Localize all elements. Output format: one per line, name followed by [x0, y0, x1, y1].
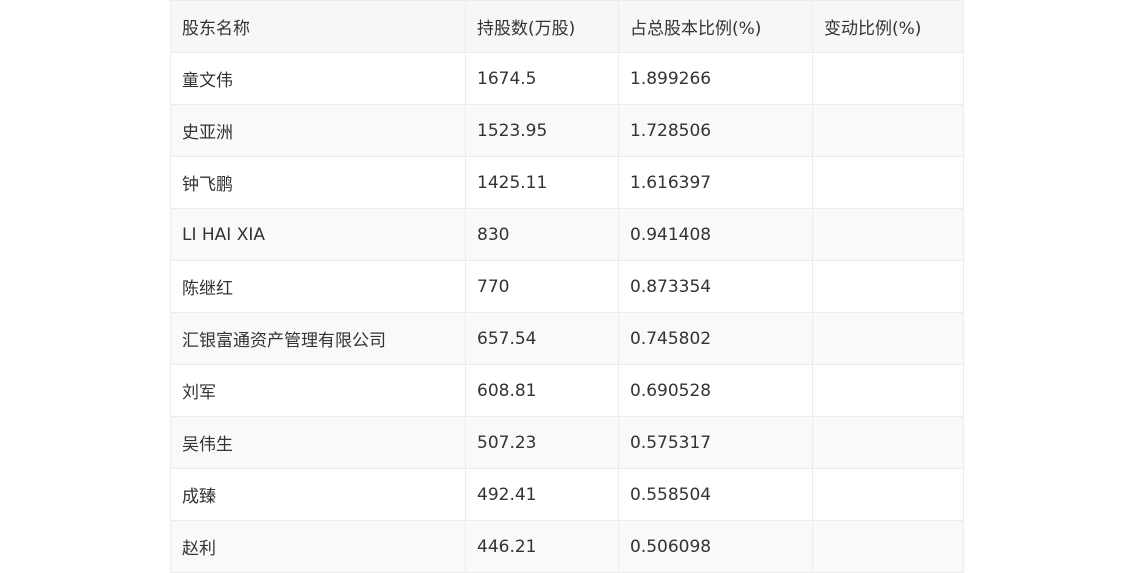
shareholder-table-container: 股东名称 持股数(万股) 占总股本比例(%) 变动比例(%) 童文伟 1674.… — [170, 0, 964, 573]
cell-shares-held: 492.41 — [465, 468, 619, 521]
cell-shares-held: 770 — [465, 260, 619, 313]
cell-share-ratio: 0.506098 — [618, 520, 813, 573]
cell-shareholder-name: 钟飞鹏 — [170, 156, 466, 209]
table-row: 史亚洲 1523.95 1.728506 — [170, 104, 964, 157]
table-row: LI HAI XIA 830 0.941408 — [170, 208, 964, 261]
cell-shareholder-name: 陈继红 — [170, 260, 466, 313]
table-body: 童文伟 1674.5 1.899266 史亚洲 1523.95 1.728506… — [170, 52, 964, 573]
table-row: 陈继红 770 0.873354 — [170, 260, 964, 313]
cell-share-ratio: 0.575317 — [618, 416, 813, 469]
cell-share-ratio: 0.558504 — [618, 468, 813, 521]
cell-shares-held: 1674.5 — [465, 52, 619, 105]
header-shares-held: 持股数(万股) — [465, 0, 619, 53]
table-header: 股东名称 持股数(万股) 占总股本比例(%) 变动比例(%) — [170, 0, 964, 53]
cell-change-ratio — [812, 364, 964, 417]
header-shareholder-name: 股东名称 — [170, 0, 466, 53]
cell-shareholder-name: 赵利 — [170, 520, 466, 573]
table-row: 成臻 492.41 0.558504 — [170, 468, 964, 521]
cell-change-ratio — [812, 312, 964, 365]
table-row: 刘军 608.81 0.690528 — [170, 364, 964, 417]
cell-share-ratio: 0.873354 — [618, 260, 813, 313]
cell-shareholder-name: 汇银富通资产管理有限公司 — [170, 312, 466, 365]
cell-shareholder-name: 刘军 — [170, 364, 466, 417]
table-row: 吴伟生 507.23 0.575317 — [170, 416, 964, 469]
cell-change-ratio — [812, 208, 964, 261]
cell-shares-held: 657.54 — [465, 312, 619, 365]
header-share-ratio: 占总股本比例(%) — [618, 0, 813, 53]
cell-shares-held: 507.23 — [465, 416, 619, 469]
table-row: 汇银富通资产管理有限公司 657.54 0.745802 — [170, 312, 964, 365]
header-change-ratio: 变动比例(%) — [812, 0, 964, 53]
shareholder-table: 股东名称 持股数(万股) 占总股本比例(%) 变动比例(%) 童文伟 1674.… — [170, 0, 964, 573]
cell-shareholder-name: 成臻 — [170, 468, 466, 521]
cell-share-ratio: 1.899266 — [618, 52, 813, 105]
cell-share-ratio: 0.690528 — [618, 364, 813, 417]
cell-change-ratio — [812, 416, 964, 469]
cell-change-ratio — [812, 52, 964, 105]
cell-shares-held: 830 — [465, 208, 619, 261]
cell-change-ratio — [812, 468, 964, 521]
cell-shareholder-name: LI HAI XIA — [170, 208, 466, 261]
table-row: 童文伟 1674.5 1.899266 — [170, 52, 964, 105]
cell-share-ratio: 0.941408 — [618, 208, 813, 261]
cell-shares-held: 1523.95 — [465, 104, 619, 157]
table-row: 钟飞鹏 1425.11 1.616397 — [170, 156, 964, 209]
cell-change-ratio — [812, 520, 964, 573]
cell-shares-held: 1425.11 — [465, 156, 619, 209]
cell-share-ratio: 0.745802 — [618, 312, 813, 365]
cell-shareholder-name: 史亚洲 — [170, 104, 466, 157]
cell-change-ratio — [812, 104, 964, 157]
header-row: 股东名称 持股数(万股) 占总股本比例(%) 变动比例(%) — [170, 0, 964, 53]
cell-change-ratio — [812, 156, 964, 209]
cell-share-ratio: 1.728506 — [618, 104, 813, 157]
cell-shareholder-name: 吴伟生 — [170, 416, 466, 469]
table-row: 赵利 446.21 0.506098 — [170, 520, 964, 573]
cell-shares-held: 446.21 — [465, 520, 619, 573]
cell-shareholder-name: 童文伟 — [170, 52, 466, 105]
cell-share-ratio: 1.616397 — [618, 156, 813, 209]
cell-shares-held: 608.81 — [465, 364, 619, 417]
cell-change-ratio — [812, 260, 964, 313]
